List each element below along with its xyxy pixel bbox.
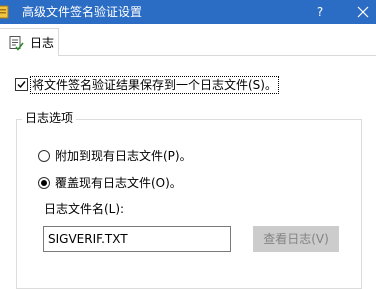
title-bar: 高级文件签名验证设置 ? xyxy=(0,0,376,24)
tab-log-label: 日志 xyxy=(30,36,55,50)
save-log-checkbox[interactable] xyxy=(15,78,28,91)
append-log-radio[interactable] xyxy=(38,150,50,162)
app-icon xyxy=(0,4,10,20)
log-filename-label: 日志文件名(L): xyxy=(44,202,125,216)
log-options-group-title: 日志选项 xyxy=(22,109,77,127)
radio-selected-dot xyxy=(41,180,47,186)
help-button[interactable]: ? xyxy=(308,0,332,24)
tab-log[interactable]: 日志 xyxy=(0,28,59,56)
overwrite-log-label[interactable]: 覆盖现有日志文件(O)。 xyxy=(55,175,182,191)
append-log-label[interactable]: 附加到现有日志文件(P)。 xyxy=(55,148,192,164)
close-button[interactable] xyxy=(350,0,376,24)
log-filename-input[interactable] xyxy=(43,226,231,252)
overwrite-log-radio[interactable] xyxy=(38,177,50,189)
log-icon xyxy=(8,35,24,51)
save-log-label[interactable]: 将文件签名验证结果保存到一个日志文件(S)。 xyxy=(30,76,279,94)
view-log-button[interactable]: 查看日志(V) xyxy=(253,226,339,252)
window-title: 高级文件签名验证设置 xyxy=(22,5,143,19)
close-icon xyxy=(357,6,369,18)
